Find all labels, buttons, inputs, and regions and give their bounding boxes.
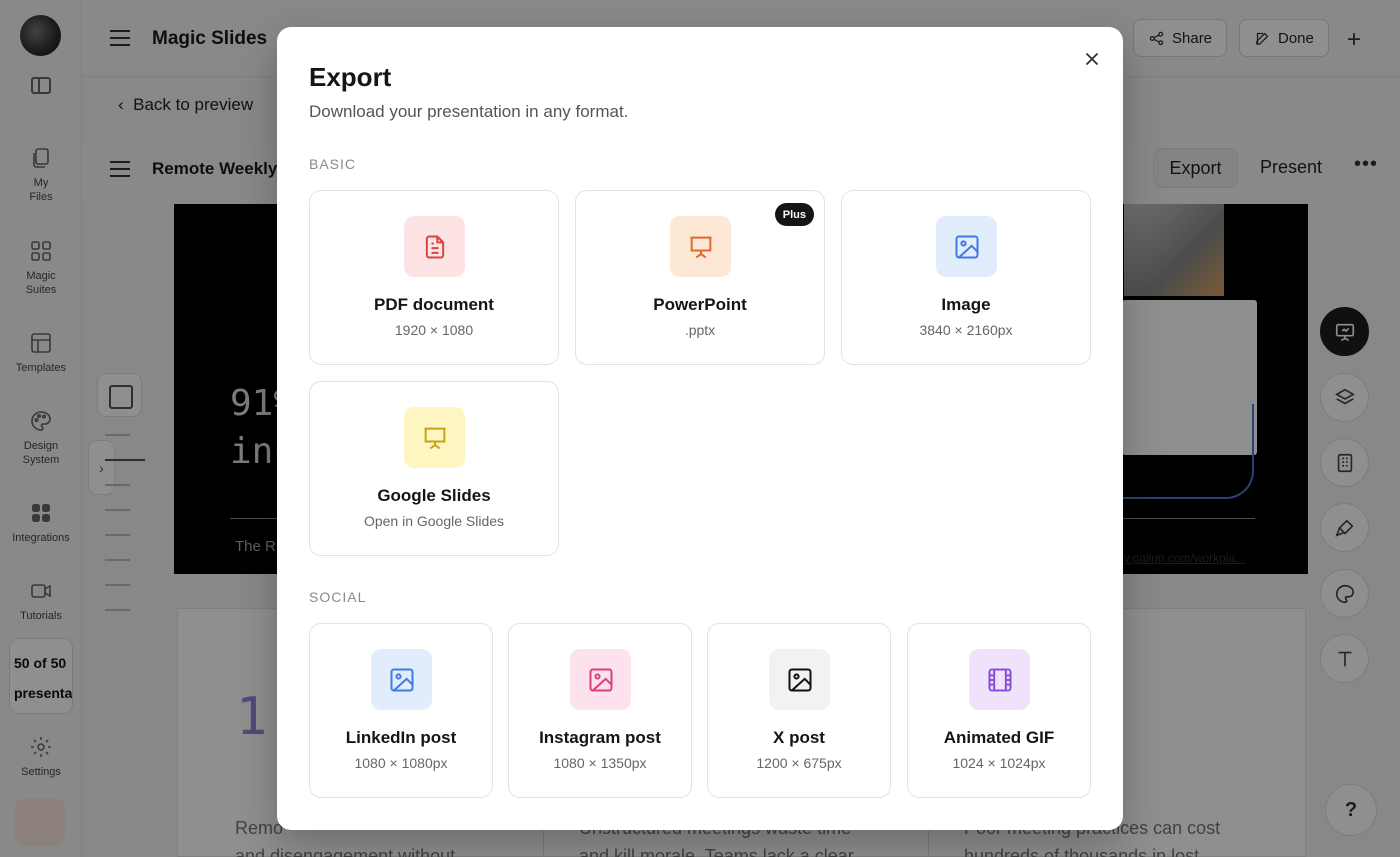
export-option-linkedin[interactable]: LinkedIn post 1080 × 1080px bbox=[309, 623, 493, 798]
document-icon bbox=[425, 235, 444, 258]
export-option-x[interactable]: X post 1200 × 675px bbox=[707, 623, 891, 798]
option-meta: Open in Google Slides bbox=[363, 513, 505, 529]
option-meta: 1080 × 1080px bbox=[354, 755, 448, 771]
icon-tile bbox=[404, 216, 465, 277]
export-dialog: Export Download your presentation in any… bbox=[277, 27, 1123, 830]
option-label: PDF document bbox=[374, 295, 494, 314]
option-label: PowerPoint bbox=[653, 295, 747, 314]
option-label: Animated GIF bbox=[943, 728, 1055, 747]
image-icon bbox=[589, 668, 612, 691]
presentation-icon bbox=[690, 236, 711, 258]
icon-tile bbox=[670, 216, 731, 277]
image-icon bbox=[390, 668, 413, 691]
export-option-pdf[interactable]: PDF document 1920 × 1080 bbox=[309, 190, 559, 365]
option-meta: 1200 × 675px bbox=[756, 755, 842, 771]
presentation-icon bbox=[424, 427, 445, 449]
close-icon bbox=[1085, 52, 1099, 66]
option-label: Instagram post bbox=[539, 728, 661, 747]
icon-tile bbox=[570, 649, 631, 710]
plus-badge: Plus bbox=[774, 203, 814, 226]
icon-tile bbox=[769, 649, 830, 710]
section-heading-social: SOCIAL bbox=[309, 589, 367, 605]
export-option-image[interactable]: Image 3840 × 2160px bbox=[841, 190, 1091, 365]
image-icon bbox=[955, 235, 978, 258]
option-meta: .pptx bbox=[684, 322, 716, 338]
close-button[interactable] bbox=[1081, 48, 1103, 70]
film-icon bbox=[988, 668, 1011, 691]
option-label: LinkedIn post bbox=[345, 728, 457, 747]
export-option-gif[interactable]: Animated GIF 1024 × 1024px bbox=[907, 623, 1091, 798]
image-icon bbox=[788, 668, 811, 691]
option-meta: 1024 × 1024px bbox=[952, 755, 1046, 771]
option-meta: 1080 × 1350px bbox=[553, 755, 647, 771]
dialog-title: Export bbox=[309, 62, 392, 92]
icon-tile bbox=[371, 649, 432, 710]
option-label: X post bbox=[773, 728, 825, 747]
option-label: Google Slides bbox=[377, 486, 491, 505]
icon-tile bbox=[936, 216, 997, 277]
icon-tile bbox=[404, 407, 465, 468]
option-label: Image bbox=[941, 295, 991, 314]
export-option-google-slides[interactable]: Google Slides Open in Google Slides bbox=[309, 381, 559, 556]
section-heading-basic: BASIC bbox=[309, 156, 357, 172]
option-meta: 3840 × 2160px bbox=[919, 322, 1013, 338]
icon-tile bbox=[969, 649, 1030, 710]
option-meta: 1920 × 1080 bbox=[394, 322, 474, 338]
export-option-powerpoint[interactable]: Plus PowerPoint .pptx bbox=[575, 190, 825, 365]
dialog-subtitle: Download your presentation in any format… bbox=[309, 102, 629, 121]
export-option-instagram[interactable]: Instagram post 1080 × 1350px bbox=[508, 623, 692, 798]
